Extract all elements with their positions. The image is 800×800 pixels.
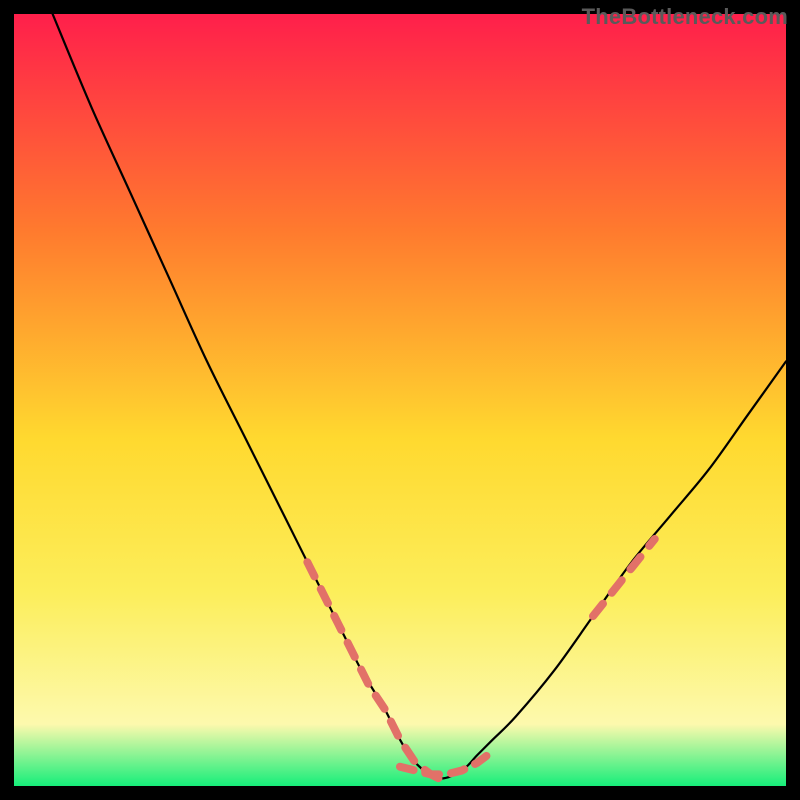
watermark-text: TheBottleneck.com <box>582 4 788 30</box>
bottleneck-chart <box>14 14 786 786</box>
gradient-background <box>14 14 786 786</box>
chart-frame: TheBottleneck.com <box>0 0 800 800</box>
